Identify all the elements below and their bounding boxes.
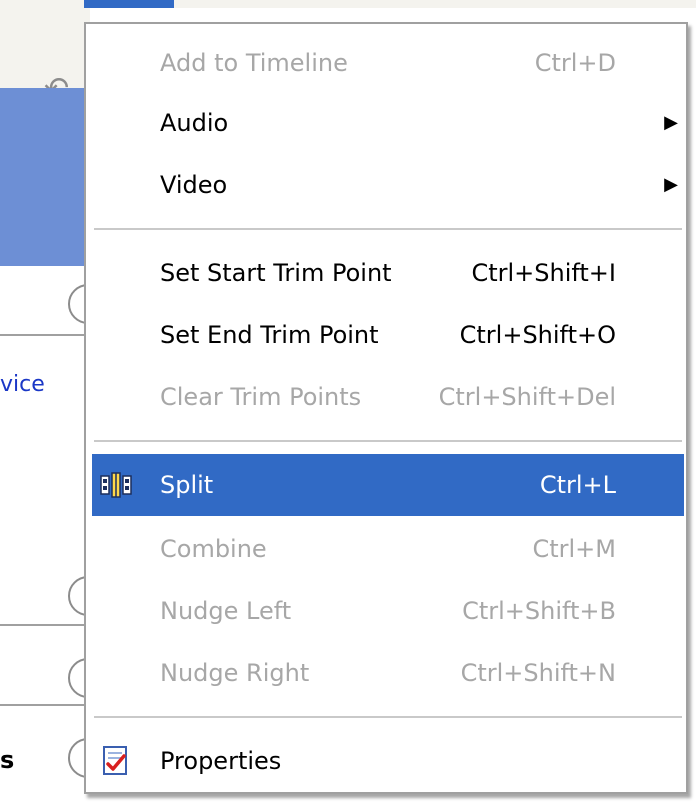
menu-item-add-to-timeline[interactable]: Add to Timeline Ctrl+D bbox=[92, 32, 684, 94]
menu-item-label: Nudge Left bbox=[160, 597, 292, 625]
submenu-arrow-icon: ▶ bbox=[664, 112, 678, 133]
menu-item-label: Add to Timeline bbox=[160, 49, 348, 77]
menu-item-label: Set End Trim Point bbox=[160, 321, 379, 349]
menu-item-audio[interactable]: Audio ▶ bbox=[92, 92, 684, 154]
task-label: s bbox=[0, 746, 15, 774]
properties-checklist-icon bbox=[103, 746, 127, 775]
tasks-pane-header bbox=[0, 88, 90, 266]
menu-item-set-start-trim-point[interactable]: Set Start Trim Point Ctrl+Shift+I bbox=[92, 242, 684, 304]
submenu-arrow-icon: ▶ bbox=[664, 174, 678, 195]
menu-item-nudge-right[interactable]: Nudge Right Ctrl+Shift+N bbox=[92, 642, 684, 704]
task-link[interactable]: vice bbox=[0, 372, 45, 397]
menu-item-combine[interactable]: Combine Ctrl+M bbox=[92, 518, 684, 580]
divider bbox=[0, 624, 90, 626]
menu-item-properties[interactable]: Properties bbox=[92, 730, 684, 792]
menu-item-label: Clear Trim Points bbox=[160, 383, 362, 411]
menu-separator bbox=[94, 716, 682, 719]
menu-separator bbox=[94, 440, 682, 443]
menu-item-label: Audio bbox=[160, 109, 229, 137]
menu-item-shortcut: Ctrl+M bbox=[532, 535, 616, 563]
clip-context-menu: Add to Timeline Ctrl+D Audio ▶ Video ▶ S… bbox=[84, 22, 688, 794]
menu-item-shortcut: Ctrl+Shift+B bbox=[462, 597, 616, 625]
menu-item-set-end-trim-point[interactable]: Set End Trim Point Ctrl+Shift+O bbox=[92, 304, 684, 366]
menu-item-video[interactable]: Video ▶ bbox=[92, 154, 684, 216]
menu-item-label: Combine bbox=[160, 535, 267, 563]
menu-item-label: Video bbox=[160, 171, 228, 199]
menu-item-split[interactable]: Split Ctrl+L bbox=[92, 454, 684, 516]
menu-separator bbox=[94, 228, 682, 231]
menu-item-shortcut: Ctrl+Shift+O bbox=[459, 321, 616, 349]
menu-item-shortcut: Ctrl+L bbox=[539, 471, 616, 499]
menu-item-label: Set Start Trim Point bbox=[160, 259, 392, 287]
divider bbox=[0, 704, 90, 706]
menu-item-shortcut: Ctrl+Shift+I bbox=[471, 259, 616, 287]
active-menu-title[interactable] bbox=[84, 0, 174, 8]
menu-item-shortcut: Ctrl+Shift+Del bbox=[438, 383, 616, 411]
menu-item-shortcut: Ctrl+D bbox=[534, 49, 616, 77]
menu-item-label: Split bbox=[160, 471, 214, 499]
menu-item-nudge-left[interactable]: Nudge Left Ctrl+Shift+B bbox=[92, 580, 684, 642]
menu-item-shortcut: Ctrl+Shift+N bbox=[460, 659, 616, 687]
menu-item-label: Properties bbox=[160, 747, 282, 775]
menu-item-label: Nudge Right bbox=[160, 659, 310, 687]
divider bbox=[0, 334, 90, 336]
split-clip-icon bbox=[100, 472, 132, 498]
menu-item-clear-trim-points[interactable]: Clear Trim Points Ctrl+Shift+Del bbox=[92, 366, 684, 428]
